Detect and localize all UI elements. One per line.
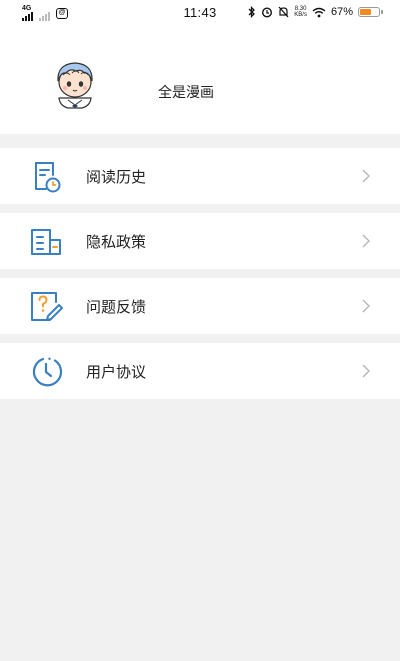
privacy-policy-icon (31, 229, 61, 255)
menu-item-privacy-policy[interactable]: 隐私政策 (0, 213, 400, 269)
avatar[interactable] (46, 56, 104, 114)
menu-item-label: 用户协议 (86, 363, 147, 381)
chevron-right-icon (362, 364, 370, 378)
user-nickname[interactable]: 全是漫画 (158, 82, 214, 102)
wifi-icon (312, 7, 326, 17)
menu-item-user-agreement[interactable]: 用户协议 (0, 343, 400, 399)
mute-icon (278, 6, 289, 18)
status-bar: 4G @ 11:43 8.30 KB/s 67% (0, 0, 400, 26)
feedback-icon (31, 292, 63, 321)
bluetooth-icon (248, 6, 256, 18)
alarm-icon (262, 7, 273, 18)
user-agreement-icon (32, 357, 63, 387)
chevron-right-icon (362, 299, 370, 313)
menu-item-label: 问题反馈 (86, 298, 147, 316)
menu-item-feedback[interactable]: 问题反馈 (0, 278, 400, 334)
reading-history-icon (35, 162, 61, 193)
menu-item-reading-history[interactable]: 阅读历史 (0, 148, 400, 204)
chevron-right-icon (362, 169, 370, 183)
network-speed: 8.30 KB/s (294, 6, 307, 18)
menu-item-label: 隐私政策 (86, 233, 147, 251)
battery-percent: 67% (330, 6, 353, 18)
chevron-right-icon (362, 234, 370, 248)
battery-icon (358, 7, 383, 17)
profile-header[interactable]: 全是漫画 (0, 26, 400, 134)
menu-item-label: 阅读历史 (86, 168, 147, 186)
